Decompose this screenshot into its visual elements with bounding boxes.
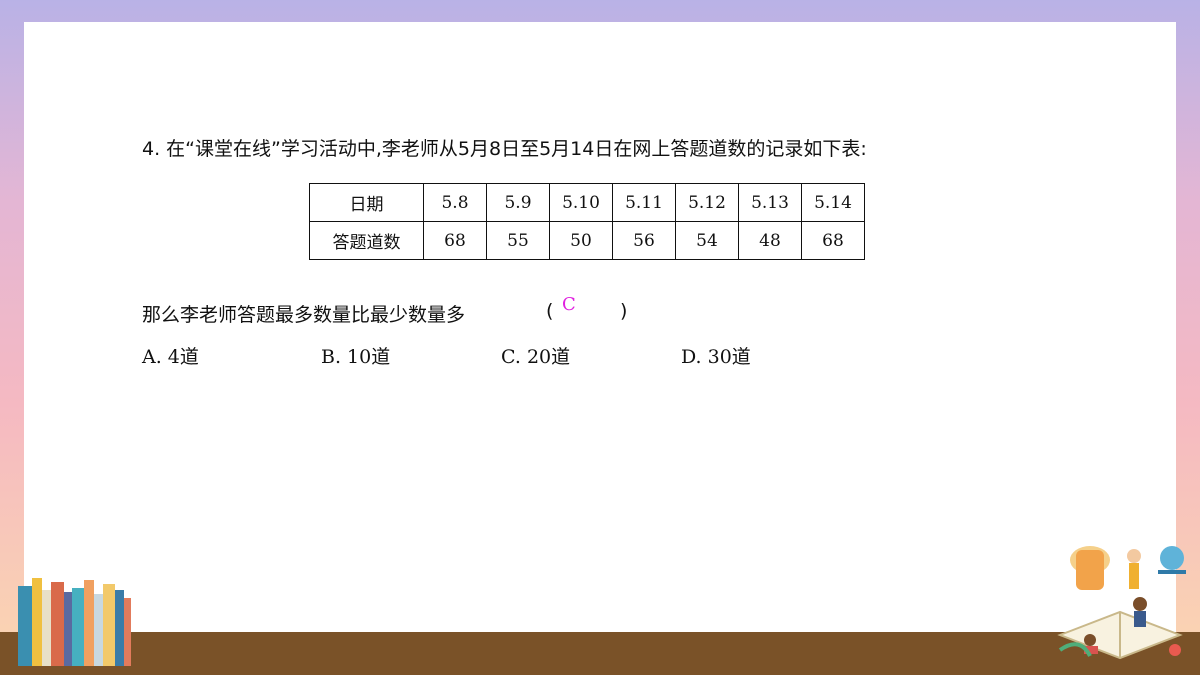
table-cell: 5.12	[675, 183, 739, 222]
prompt-text: 那么李老师答题最多数量比最少数量多	[142, 304, 466, 326]
slide-panel	[24, 22, 1176, 632]
table-cell: 5.9	[486, 183, 550, 222]
table-cell: 68	[423, 221, 487, 260]
row-header-count: 答题道数	[309, 221, 424, 260]
table-cell: 5.8	[423, 183, 487, 222]
option-c: C. 20道	[501, 346, 571, 368]
table-cell: 50	[549, 221, 613, 260]
answer-mark: C	[562, 294, 576, 315]
table-row: 日期 5.8 5.9 5.10 5.11 5.12 5.13 5.14	[309, 183, 865, 222]
floor-bar	[0, 632, 1200, 675]
row-header-date: 日期	[309, 183, 424, 222]
option-a: A. 4道	[142, 346, 199, 368]
open-book-reading-illustration	[1057, 546, 1186, 660]
data-table: 日期 5.8 5.9 5.10 5.11 5.12 5.13 5.14 答题道数…	[309, 183, 865, 260]
table-row: 答题道数 68 55 50 56 54 48 68	[309, 221, 865, 260]
table-cell: 5.10	[549, 183, 613, 222]
table-cell: 68	[801, 221, 865, 260]
option-d: D. 30道	[681, 346, 751, 368]
question-text: 4. 在“课堂在线”学习活动中,李老师从5月8日至5月14日在网上答题道数的记录…	[142, 138, 867, 160]
option-b: B. 10道	[321, 346, 391, 368]
paren-close: )	[620, 300, 628, 322]
table-cell: 5.14	[801, 183, 865, 222]
table-cell: 55	[486, 221, 550, 260]
table-cell: 5.11	[612, 183, 676, 222]
table-cell: 54	[675, 221, 739, 260]
books-illustration	[18, 578, 131, 666]
table-cell: 48	[738, 221, 802, 260]
table-cell: 5.13	[738, 183, 802, 222]
table-cell: 56	[612, 221, 676, 260]
paren-open: (	[546, 300, 554, 322]
